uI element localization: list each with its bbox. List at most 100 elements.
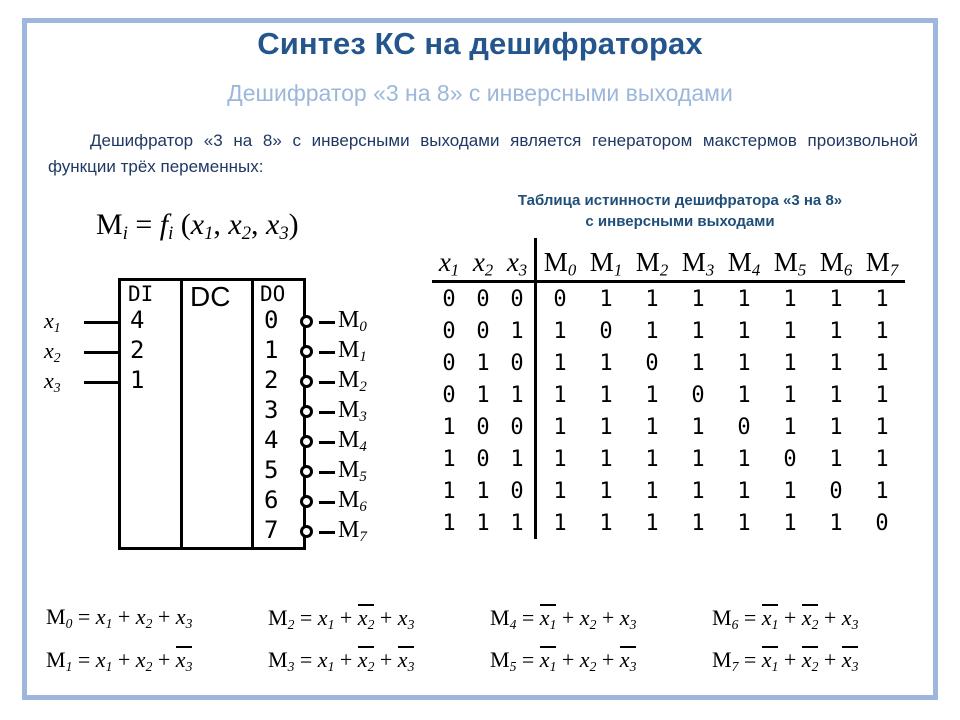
truth-table-input-cell: 1 — [500, 443, 537, 475]
decoder-divider-left — [180, 278, 183, 550]
decoder-output-label-7: M7 — [338, 517, 367, 546]
maxterm-equation-M5: M5 = x1 + x2 + x3 — [490, 645, 637, 674]
truth-table-output-cell: 1 — [599, 510, 613, 536]
truth-table-output-cell: 1 — [875, 286, 889, 312]
truth-table-output-cell: 1 — [691, 478, 705, 504]
truth-table-col-header-x1: x1 — [438, 247, 460, 280]
maxterm-equation-cell: M1 = x1 + x2 + x3 — [46, 645, 268, 673]
decoder-do-label: DO — [260, 282, 286, 306]
decoder-output-index-3: 3 — [264, 396, 279, 424]
maxterm-equation-cell: M3 = x1 + x2 + x3 — [268, 645, 490, 674]
truth-table-input-cell: 0 — [476, 318, 490, 344]
truth-table-input-cell: 0 — [500, 281, 537, 315]
table-row: 01111101111 — [432, 379, 905, 411]
maxterm-equations: M0 = x1 + x2 + x3 M2 = x1 + x2 + x3 M4 = x… — [46, 596, 926, 680]
decoder-input-wire-2 — [84, 351, 118, 354]
decoder-output-label-5: M5 — [338, 457, 367, 486]
decoder-output-wire-7 — [319, 531, 335, 534]
page-subtitle: Дешифратор «3 на 8» с инверсными выходам… — [227, 80, 733, 106]
decoder-output-label-2: M2 — [338, 367, 367, 396]
truth-table-output-cell: 1 — [875, 414, 889, 440]
truth-table-input-cell: 0 — [442, 382, 456, 408]
inversion-bubble-icon-4 — [300, 435, 313, 448]
truth-table-output-cell: 1 — [737, 446, 751, 472]
truth-table-input-cell: 1 — [476, 510, 490, 536]
truth-table-input-cell: 0 — [442, 286, 456, 312]
truth-table-output-cell: 1 — [645, 510, 659, 536]
page-title: Синтез КС на дешифраторах — [257, 26, 703, 61]
table-row: 10111111011 — [432, 443, 905, 475]
truth-table-input-cell: 0 — [476, 414, 490, 440]
inversion-bubble-icon-6 — [300, 495, 313, 508]
decoder-output-wire-5 — [319, 471, 335, 474]
truth-table-output-cell: 0 — [783, 446, 797, 472]
decoder-output-index-7: 7 — [264, 516, 279, 544]
truth-table-output-cell: 1 — [737, 318, 751, 344]
truth-table-col-header-x2: x2 — [472, 247, 494, 280]
truth-table-header-row: x1 x2 x3 M0 M1 M2 M3 M4 M5 M6 M7 — [432, 238, 905, 282]
maxterm-equation-M3: M3 = x1 + x2 + x3 — [268, 645, 415, 674]
truth-table-output-cell: 1 — [553, 446, 567, 472]
decoder-output-index-5: 5 — [264, 456, 279, 484]
table-row: 11011111101 — [432, 475, 905, 507]
truth-table-output-cell: 1 — [829, 350, 843, 376]
truth-table-output-cell: 1 — [645, 414, 659, 440]
truth-table-output-cell: 1 — [691, 286, 705, 312]
decoder-output-wire-6 — [319, 501, 335, 504]
truth-table-output-cell: 1 — [737, 510, 751, 536]
inversion-bubble-icon-2 — [300, 375, 313, 388]
decoder-output-index-0: 0 — [264, 306, 279, 334]
decoder-input-label-2: x2 — [44, 338, 61, 365]
truth-table-output-cell: 0 — [599, 318, 613, 344]
truth-table-input-cell: 0 — [476, 286, 490, 312]
decoder-output-index-6: 6 — [264, 486, 279, 514]
decoder-output-wire-2 — [319, 381, 335, 384]
truth-table-output-cell: 0 — [691, 382, 705, 408]
truth-table-output-cell: 1 — [737, 286, 751, 312]
truth-table-input-cell: 1 — [500, 379, 537, 411]
truth-table-col-header-M6: M6 — [819, 247, 853, 280]
maxterm-equation-M4: M4 = x1 + x2 + x3 — [490, 603, 637, 632]
truth-table-output-cell: 1 — [599, 350, 613, 376]
truth-table-input-cell: 0 — [442, 350, 456, 376]
maxterm-equation-row: M0 = x1 + x2 + x3 M2 = x1 + x2 + x3 M4 = x… — [46, 596, 926, 638]
truth-table-input-cell: 1 — [476, 478, 490, 504]
truth-table-output-cell: 1 — [737, 350, 751, 376]
truth-table-input-cell: 0 — [500, 475, 537, 507]
truth-table-input-cell: 1 — [442, 414, 456, 440]
maxterm-equation-M2: M2 = x1 + x2 + x3 — [268, 603, 415, 632]
truth-table-input-cell: 1 — [500, 315, 537, 347]
truth-table-output-cell: 1 — [599, 478, 613, 504]
decoder-input-label-3: x3 — [44, 368, 61, 395]
truth-table-col-header-M7: M7 — [865, 247, 899, 280]
maxterm-equation-M7: M7 = x1 + x2 + x3 — [712, 645, 859, 674]
truth-table-output-cell: 1 — [783, 382, 797, 408]
truth-table-output-cell: 1 — [829, 414, 843, 440]
truth-table-caption-line-1: Таблица истинности дешифратора «3 на 8» — [517, 192, 843, 209]
truth-table-output-cell: 1 — [875, 478, 889, 504]
truth-table-output-cell: 1 — [645, 318, 659, 344]
truth-table-output-cell: 1 — [829, 510, 843, 536]
decoder-input-weight-4: 4 — [130, 306, 145, 334]
truth-table-output-cell: 1 — [599, 446, 613, 472]
truth-table-col-header-x3: x3 — [500, 238, 537, 282]
truth-table-output-cell: 1 — [645, 478, 659, 504]
truth-table-output-cell: 1 — [737, 382, 751, 408]
truth-table-head: x1 x2 x3 M0 M1 M2 M3 M4 M5 M6 M7 — [432, 238, 905, 282]
truth-table-output-cell: 1 — [553, 478, 567, 504]
maxterm-equation-M6: M6 = x1 + x2 + x3 — [712, 603, 859, 632]
truth-table-input-cell: 0 — [500, 347, 537, 379]
truth-table-input-cell: 1 — [476, 382, 490, 408]
table-row: 10011110111 — [432, 411, 905, 443]
truth-table-output-cell: 0 — [829, 478, 843, 504]
decoder-dc-label: DC — [190, 281, 231, 312]
truth-table-output-cell: 1 — [691, 414, 705, 440]
main-formula: Mi = fi (x1, x2, x3) — [96, 208, 299, 245]
truth-table-input-cell: 1 — [442, 510, 456, 536]
truth-table-output-cell: 1 — [553, 318, 567, 344]
decoder-output-label-1: M1 — [338, 337, 367, 366]
truth-table-output-cell: 1 — [553, 510, 567, 536]
truth-table-output-cell: 1 — [783, 350, 797, 376]
inversion-bubble-icon-1 — [300, 345, 313, 358]
truth-table-col-header-M0: M0 — [543, 247, 577, 280]
